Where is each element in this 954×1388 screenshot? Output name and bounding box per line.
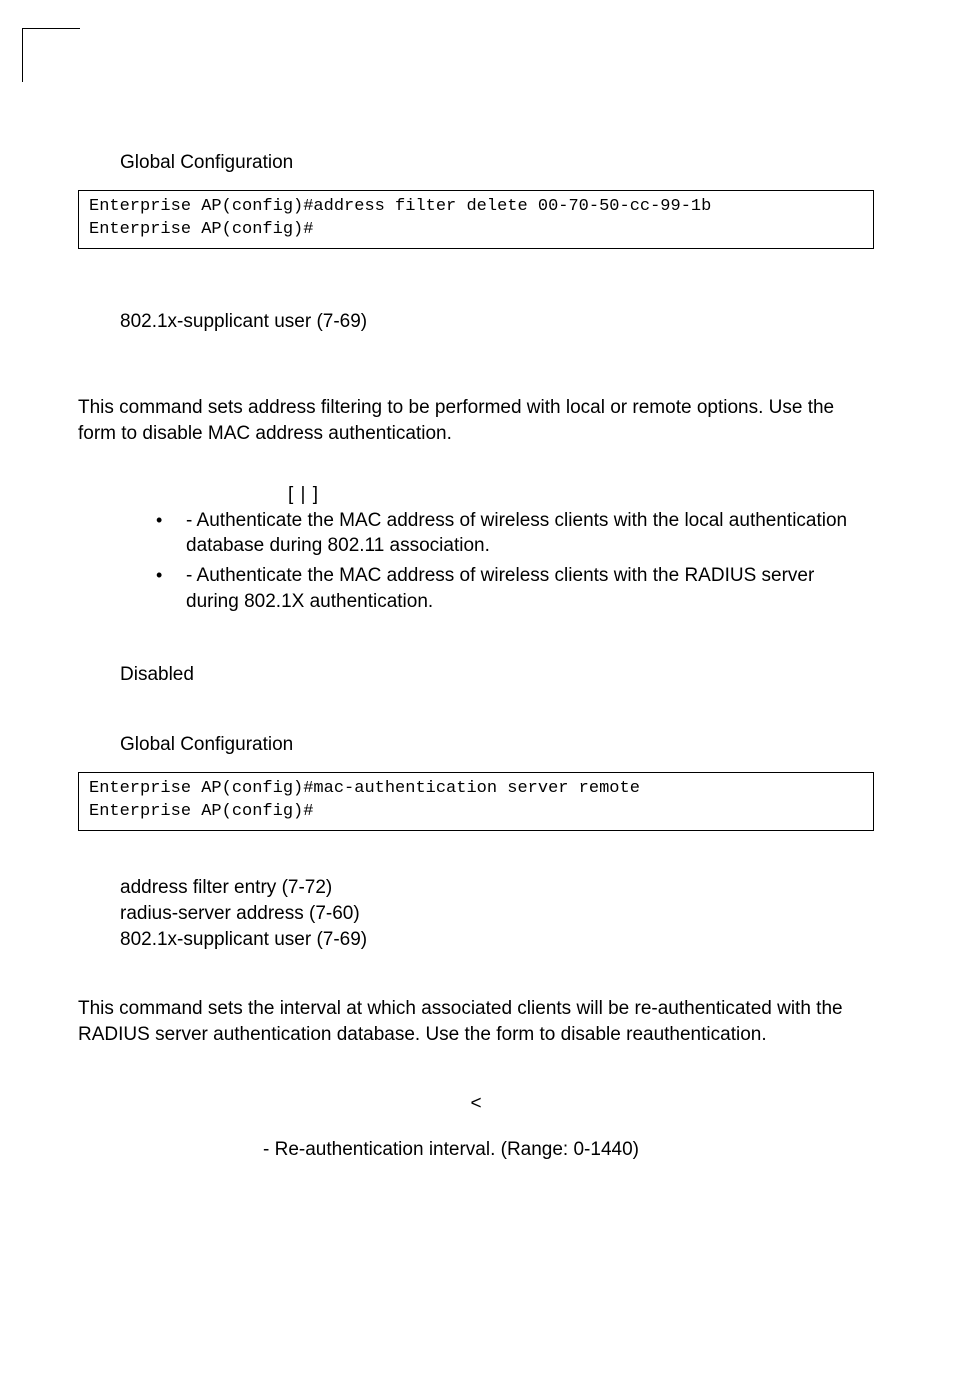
desc-3: This command sets the interval at which … [78,996,874,1047]
syntax-3: < [78,1091,874,1117]
options-list: - Authenticate the MAC address of wirele… [140,508,874,615]
page: Global Configuration Enterprise AP(confi… [0,0,954,1163]
syntax-2: [ | ] [288,482,874,508]
corner-tab [22,28,80,82]
desc-2: This command sets address filtering to b… [78,395,874,446]
command-mode-1: Global Configuration [120,150,874,176]
opt-remote: - Authenticate the MAC address of wirele… [140,563,870,614]
command-mode-2: Global Configuration [120,732,874,758]
default-2: Disabled [120,662,874,688]
related-1: 802.1x-supplicant user (7-69) [120,309,874,335]
param-3: - Re-authentication interval. (Range: 0-… [263,1137,874,1163]
code-block-2: Enterprise AP(config)#mac-authentication… [78,772,874,832]
related-2a: address filter entry (7-72) [120,875,874,901]
related-2c: 802.1x-supplicant user (7-69) [120,927,874,953]
related-2b: radius-server address (7-60) [120,901,874,927]
opt-local: - Authenticate the MAC address of wirele… [140,508,870,559]
code-block-1: Enterprise AP(config)#address filter del… [78,190,874,250]
